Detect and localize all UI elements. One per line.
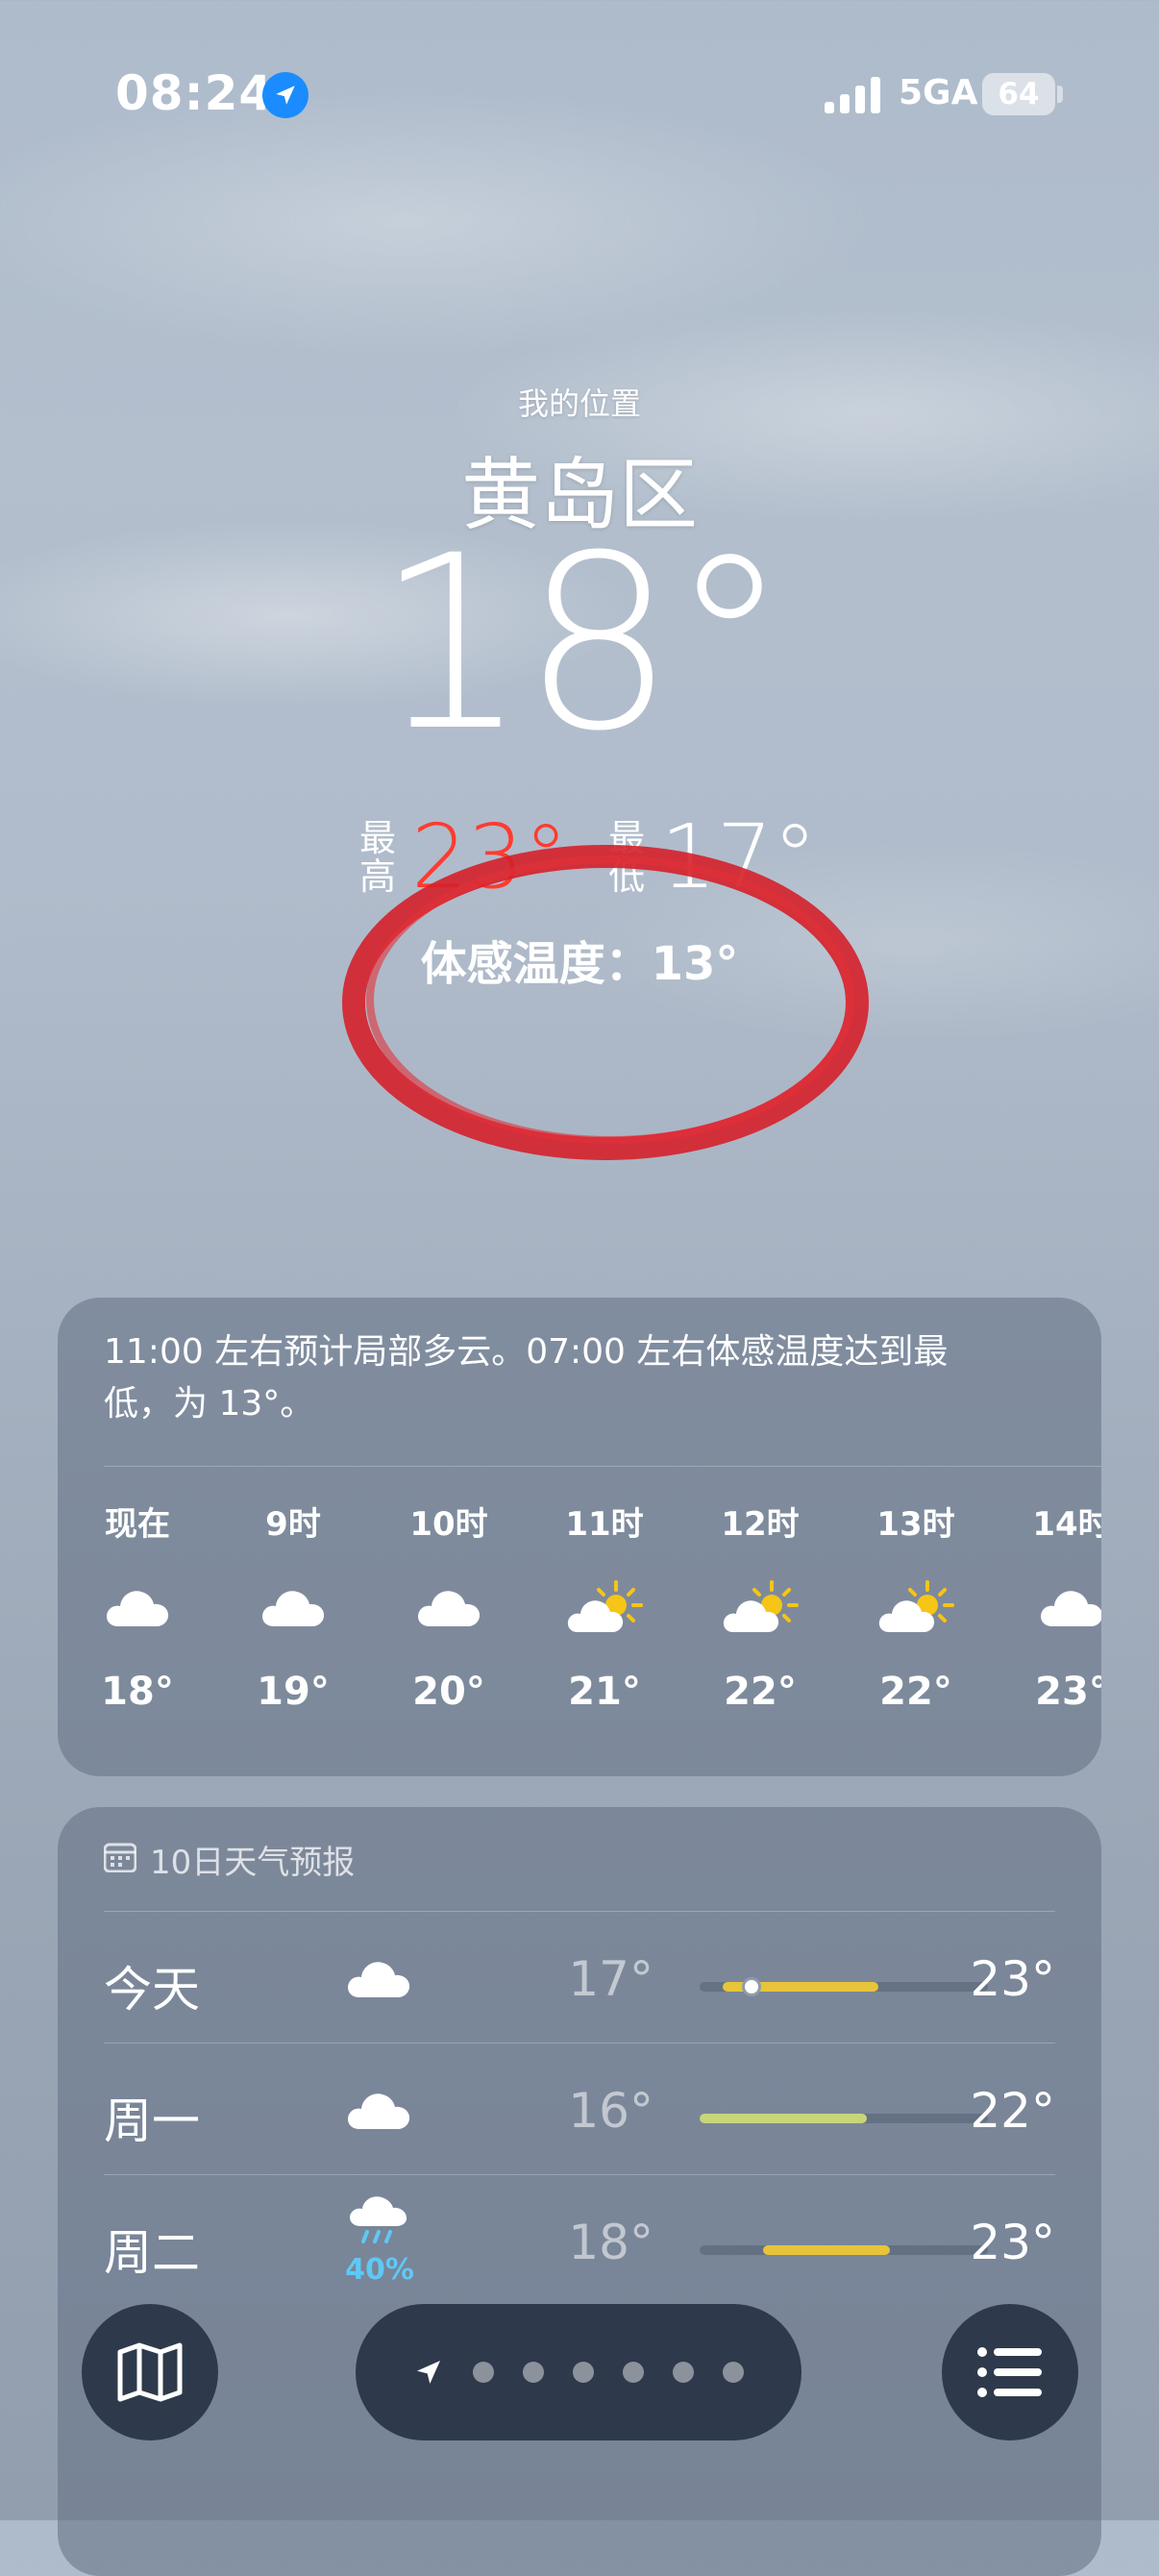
hour-temp: 22° [879,1670,952,1714]
temp-range-bar [700,1977,988,1996]
hour-label: 9时 [265,1505,321,1544]
map-icon [117,2342,183,2402]
list-icon [977,2347,1042,2397]
day-low: 17° [568,1951,653,2007]
battery-level: 64 [998,77,1040,111]
hour-label: 11时 [565,1505,644,1544]
calendar-icon [104,1843,136,1872]
cloud-icon [396,1545,502,1670]
hour-item: 13时 22° [863,1498,969,1714]
cloud-icon [240,1545,346,1670]
partly-sunny-icon [552,1545,657,1670]
hour-temp: 23° [1035,1670,1101,1714]
cloud-icon [85,1545,190,1670]
page-dot[interactable] [473,2362,494,2383]
temp-range-bar [700,2245,988,2255]
day-high: 23° [970,1951,1055,2007]
ten-day-title: 10日天气预报 [150,1844,356,1882]
ten-day-forecast-card[interactable]: 10日天气预报 今天 17° 23° 周一 16° 22° 周二 40% 18°… [58,1807,1101,2576]
current-temp-dot [742,1977,761,1996]
cloud-icon [1019,1545,1101,1670]
day-row-tuesday[interactable]: 周二 40% 18° 23° [104,2176,1055,2307]
hour-item: 11时 21° [552,1498,657,1714]
hourly-list[interactable]: 现在 18° 9时 19° 10时 20° 11时 21° 12时 22° 13… [85,1498,1101,1714]
hourly-forecast-card[interactable]: 11:00 左右预计局部多云。07:00 左右体感温度达到最低，为 13°。 现… [58,1298,1101,1776]
day-name: 周二 [104,2225,200,2281]
hour-item: 10时 20° [396,1498,502,1714]
high-label: 最高 [358,817,396,898]
hour-temp: 19° [257,1670,330,1714]
cloud-icon [348,1962,410,1997]
temp-range-fill [763,2245,890,2255]
page-dot[interactable] [623,2362,644,2383]
temp-range-fill [700,2114,867,2123]
hour-item: 现在 18° [85,1498,190,1714]
page-indicator[interactable] [356,2304,801,2440]
forecast-summary: 11:00 左右预计局部多云。07:00 左右体感温度达到最低，为 13°。 [104,1332,949,1424]
cloud-icon [348,2093,410,2129]
map-button[interactable] [82,2304,218,2440]
location-arrow-icon [262,72,308,118]
day-row-today[interactable]: 今天 17° 23° [104,1913,1055,2043]
page-dot[interactable] [523,2362,544,2383]
day-high: 23° [970,2215,1055,2270]
temp-range-bar [700,2114,988,2123]
city-list-button[interactable] [942,2304,1078,2440]
divider [104,2174,1055,2175]
page-dot[interactable] [573,2362,594,2383]
hour-temp: 22° [724,1670,797,1714]
hour-label: 12时 [721,1505,800,1544]
hour-temp: 18° [101,1670,174,1714]
precip-chance: 40% [345,2253,414,2287]
current-temperature: 18° [375,504,789,783]
hour-temp: 21° [568,1670,641,1714]
signal-icon [825,77,880,113]
low-label: 最低 [608,817,646,898]
my-location-label: 我的位置 [517,385,641,422]
page-dot[interactable] [723,2362,744,2383]
hour-item: 9时 19° [240,1498,346,1714]
divider [104,1466,1101,1467]
partly-sunny-icon [707,1545,813,1670]
status-time: 08:24 [115,65,274,121]
rain-cloud-icon [350,2196,407,2243]
hour-temp: 20° [412,1670,485,1714]
page-dot[interactable] [673,2362,694,2383]
hour-item: 12时 22° [707,1498,813,1714]
high-value: 23° [411,805,569,908]
day-high: 22° [970,2083,1055,2139]
feels-like-label: 体感温度：13° [420,937,739,991]
hour-label: 10时 [409,1505,488,1544]
high-low-row: 最高 23° 最低 17° [358,813,817,902]
hour-label: 13时 [876,1505,955,1544]
day-low: 16° [568,2083,653,2139]
network-type: 5GA [899,73,978,112]
battery-tip [1057,86,1063,103]
hour-label: 14时 [1032,1505,1101,1544]
hour-label: 现在 [105,1505,170,1544]
location-arrow-icon [417,2361,440,2384]
partly-sunny-icon [863,1545,969,1670]
day-name: 今天 [104,1962,200,2018]
day-name: 周一 [104,2093,200,2149]
battery-icon: 64 [982,73,1055,115]
day-row-monday[interactable]: 周一 16° 22° [104,2044,1055,2175]
divider [104,1911,1055,1912]
day-low: 18° [568,2215,653,2270]
low-value: 17° [660,805,818,908]
hour-item: 14时 23° [1019,1498,1101,1714]
